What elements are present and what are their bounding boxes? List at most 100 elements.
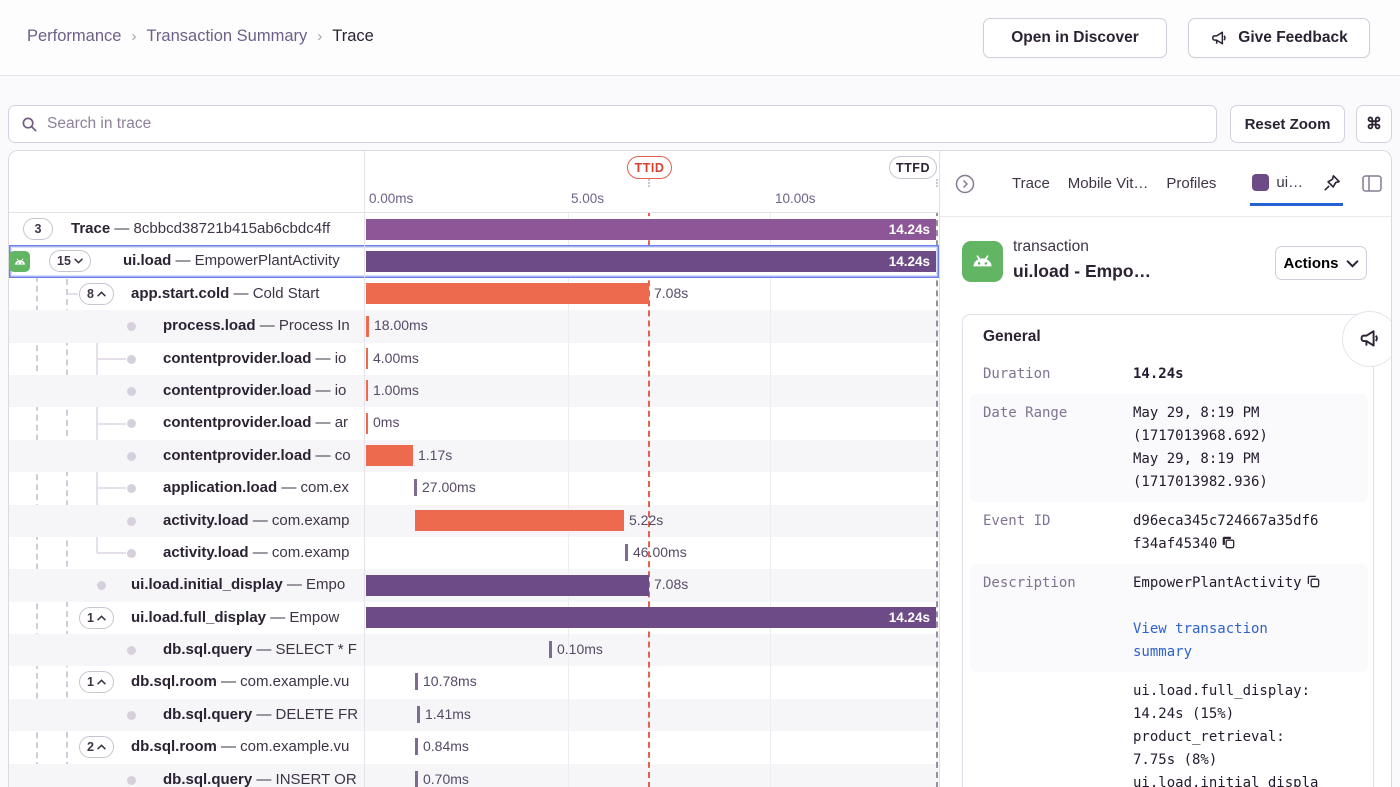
row-expand-badge[interactable]: 1 bbox=[79, 607, 114, 629]
span-duration-bar[interactable] bbox=[366, 380, 368, 401]
row-expand-badge[interactable]: 3 bbox=[23, 218, 53, 240]
trace-span-row[interactable]: contentprovider.load — io 4.00ms bbox=[9, 343, 939, 375]
span-duration-bar[interactable] bbox=[415, 738, 418, 755]
span-duration-bar[interactable] bbox=[366, 575, 649, 596]
span-label: activity.load — com.examp bbox=[163, 544, 349, 561]
pin-icon[interactable] bbox=[1321, 173, 1342, 194]
span-duration-bar[interactable] bbox=[415, 771, 418, 787]
collapse-panel-icon[interactable] bbox=[954, 173, 976, 195]
row-expand-badge[interactable]: 2 bbox=[79, 736, 114, 758]
actions-dropdown-button[interactable]: Actions bbox=[1275, 246, 1367, 280]
breadcrumb-performance[interactable]: Performance bbox=[27, 27, 121, 46]
trace-span-row[interactable]: 15 ui.load — EmpowerPlantActivity 14.24s bbox=[9, 245, 939, 277]
active-tab-label: ui… bbox=[1276, 174, 1303, 191]
leaf-dot-icon bbox=[127, 452, 136, 461]
give-feedback-button[interactable]: Give Feedback bbox=[1188, 18, 1370, 58]
span-duration-bar[interactable] bbox=[417, 706, 420, 723]
span-duration-track[interactable]: 1.17s bbox=[364, 440, 939, 472]
span-duration-label: 0ms bbox=[373, 414, 399, 430]
breadcrumb-transaction-summary[interactable]: Transaction Summary bbox=[146, 27, 307, 46]
span-duration-track[interactable]: 0.70ms bbox=[364, 764, 939, 787]
span-duration-bar[interactable]: 14.24s bbox=[366, 607, 936, 628]
span-duration-bar[interactable] bbox=[549, 641, 552, 658]
trace-span-row[interactable]: process.load — Process In 18.00ms bbox=[9, 310, 939, 342]
span-duration-track[interactable]: 0.84ms bbox=[364, 731, 939, 763]
trace-span-row[interactable]: contentprovider.load — io 1.00ms bbox=[9, 375, 939, 407]
timeline-header[interactable]: 0.00ms 5.00s 10.00s TTID TTFD bbox=[9, 151, 939, 213]
reset-zoom-button[interactable]: Reset Zoom bbox=[1230, 105, 1345, 143]
open-in-discover-button[interactable]: Open in Discover bbox=[983, 18, 1167, 58]
span-row-left: db.sql.query — INSERT OR bbox=[9, 764, 364, 787]
span-duration-bar[interactable] bbox=[366, 316, 369, 337]
trace-span-row[interactable]: 1 db.sql.room — com.example.vu 10.78ms bbox=[9, 666, 939, 698]
shortcut-command-button[interactable]: ⌘ bbox=[1356, 105, 1392, 143]
span-label: db.sql.room — com.example.vu bbox=[131, 738, 349, 755]
copy-icon[interactable] bbox=[1306, 574, 1321, 589]
span-duration-track[interactable]: 18.00ms bbox=[364, 310, 939, 342]
layout-left-panel-icon[interactable] bbox=[1362, 175, 1382, 192]
span-duration-track[interactable]: 4.00ms bbox=[364, 343, 939, 375]
trace-span-row[interactable]: db.sql.query — DELETE FR 1.41ms bbox=[9, 699, 939, 731]
span-duration-track[interactable]: 27.00ms bbox=[364, 472, 939, 504]
span-duration-track[interactable]: 7.08s bbox=[364, 278, 939, 310]
ops-breakdown-row: Ops Breakdown ? ui.load.full_display: 14… bbox=[970, 672, 1368, 787]
span-label: ui.load.full_display — Empow bbox=[131, 609, 339, 626]
span-duration-track[interactable]: 46.00ms bbox=[364, 537, 939, 569]
event-id-row: Event ID d96eca345c724667a35df6 f34af453… bbox=[970, 502, 1368, 564]
span-duration-track[interactable]: 7.08s bbox=[364, 569, 939, 601]
row-expand-badge[interactable]: 15 bbox=[49, 250, 91, 272]
span-duration-bar[interactable] bbox=[366, 348, 368, 369]
span-duration-bar[interactable] bbox=[415, 510, 624, 531]
span-duration-bar[interactable] bbox=[415, 673, 418, 690]
pane-divider[interactable] bbox=[364, 151, 365, 787]
duration-key: Duration bbox=[983, 363, 1133, 386]
ttid-badge[interactable]: TTID bbox=[627, 156, 672, 179]
copy-icon[interactable] bbox=[1221, 535, 1236, 550]
trace-span-row[interactable]: 2 db.sql.room — com.example.vu 0.84ms bbox=[9, 731, 939, 763]
span-duration-bar[interactable] bbox=[366, 445, 413, 466]
tab-trace[interactable]: Trace bbox=[1012, 175, 1050, 192]
trace-span-row[interactable]: contentprovider.load — ar 0ms bbox=[9, 407, 939, 439]
trace-span-row[interactable]: activity.load — com.examp 5.22s bbox=[9, 505, 939, 537]
view-transaction-summary-link[interactable]: View transaction summary bbox=[1133, 621, 1268, 660]
trace-span-row[interactable]: db.sql.query — INSERT OR 0.70ms bbox=[9, 764, 939, 787]
span-duration-bar[interactable] bbox=[366, 283, 649, 304]
tab-mobile-vitals[interactable]: Mobile Vit… bbox=[1068, 175, 1149, 192]
search-in-trace-box[interactable] bbox=[8, 105, 1217, 143]
span-duration-track[interactable]: 14.24s bbox=[364, 602, 939, 634]
open-in-discover-label: Open in Discover bbox=[1011, 29, 1138, 47]
span-duration-bar[interactable] bbox=[625, 544, 628, 561]
span-duration-track[interactable]: 0.10ms bbox=[364, 634, 939, 666]
ttfd-badge[interactable]: TTFD bbox=[889, 156, 937, 179]
row-expand-badge[interactable]: 8 bbox=[79, 283, 114, 305]
search-input[interactable] bbox=[47, 115, 1204, 133]
span-duration-track[interactable]: 14.24s bbox=[364, 213, 939, 245]
span-row-left: contentprovider.load — co bbox=[9, 440, 364, 472]
span-duration-bar[interactable]: 14.24s bbox=[366, 251, 936, 272]
span-duration-track[interactable]: 10.78ms bbox=[364, 666, 939, 698]
trace-span-row[interactable]: 3 Trace — 8cbbcd38721b415ab6cbdc4ff 14.2… bbox=[9, 213, 939, 245]
command-icon: ⌘ bbox=[1366, 114, 1382, 134]
span-row-left: process.load — Process In bbox=[9, 310, 364, 342]
trace-span-row[interactable]: ui.load.initial_display — Empo 7.08s bbox=[9, 569, 939, 601]
trace-span-row[interactable]: 8 app.start.cold — Cold Start 7.08s bbox=[9, 278, 939, 310]
trace-span-row[interactable]: application.load — com.ex 27.00ms bbox=[9, 472, 939, 504]
span-duration-track[interactable]: 5.22s bbox=[364, 505, 939, 537]
span-duration-track[interactable]: 14.24s bbox=[364, 245, 939, 277]
chevron-up-icon bbox=[97, 679, 106, 685]
span-label: db.sql.room — com.example.vu bbox=[131, 673, 349, 690]
trace-waterfall: 0.00ms 5.00s 10.00s TTID TTFD 3 Trace — … bbox=[9, 151, 939, 787]
tab-ui-load-active[interactable]: ui… bbox=[1252, 174, 1303, 193]
tab-profiles[interactable]: Profiles bbox=[1166, 175, 1216, 192]
trace-span-row[interactable]: 1 ui.load.full_display — Empow 14.24s bbox=[9, 602, 939, 634]
trace-span-row[interactable]: db.sql.query — SELECT * F 0.10ms bbox=[9, 634, 939, 666]
span-duration-track[interactable]: 1.41ms bbox=[364, 699, 939, 731]
trace-span-row[interactable]: contentprovider.load — co 1.17s bbox=[9, 440, 939, 472]
trace-span-row[interactable]: activity.load — com.examp 46.00ms bbox=[9, 537, 939, 569]
span-duration-bar[interactable]: 14.24s bbox=[366, 219, 936, 240]
span-duration-track[interactable]: 0ms bbox=[364, 407, 939, 439]
span-duration-bar[interactable] bbox=[414, 479, 417, 496]
span-duration-track[interactable]: 1.00ms bbox=[364, 375, 939, 407]
row-expand-badge[interactable]: 1 bbox=[79, 671, 114, 693]
span-duration-bar[interactable] bbox=[366, 413, 368, 434]
